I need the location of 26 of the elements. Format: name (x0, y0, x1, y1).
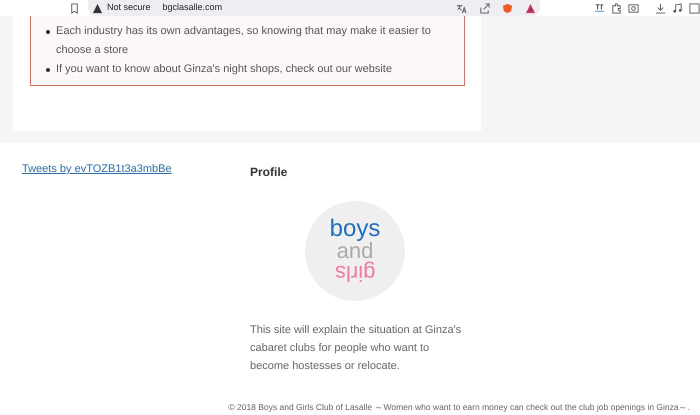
url-text[interactable]: bgclasalle.com (162, 1, 222, 15)
profile-heading: Profile (250, 164, 288, 181)
puzzle-icon[interactable] (611, 2, 622, 14)
bookmark-icon[interactable] (69, 2, 80, 14)
logo-word: boys (330, 218, 380, 240)
sidebar-icon[interactable] (689, 2, 700, 14)
security-label[interactable]: Not secure (107, 1, 151, 15)
logo-word: girls (334, 262, 376, 284)
download-icon[interactable] (655, 2, 666, 14)
bullet-text: Each industry has its own advantages, so knowing that may make it easier to choose a store (56, 24, 432, 58)
profile-description: This site will explain the situation at Ginza's cabaret clubs for people who want to become hostesses or relocate. (250, 323, 462, 374)
extension-icon[interactable] (594, 2, 605, 14)
copyright-text: © 2018 Boys and Girls Club of Lasalle ～Women who want to earn money can check out the club job openings in Ginza～. (228, 401, 690, 414)
bullet-icon (46, 30, 50, 34)
music-icon[interactable] (672, 2, 683, 14)
triangle-icon[interactable] (525, 2, 536, 14)
window-icon[interactable] (628, 2, 639, 14)
shield-icon[interactable] (502, 2, 513, 14)
address-bar[interactable]: Not secure bgclasalle.com (88, 0, 540, 16)
tweets-link[interactable]: Tweets by evTOZB1t3a3mbBe (22, 163, 172, 175)
translate-icon[interactable] (456, 2, 467, 14)
share-icon[interactable] (479, 2, 490, 14)
warning-icon (92, 2, 103, 14)
logo-word: and (336, 240, 374, 262)
bullet-icon (46, 68, 50, 72)
bullet-text: If you want to know about Ginza's night shops, check out our website (56, 62, 392, 77)
